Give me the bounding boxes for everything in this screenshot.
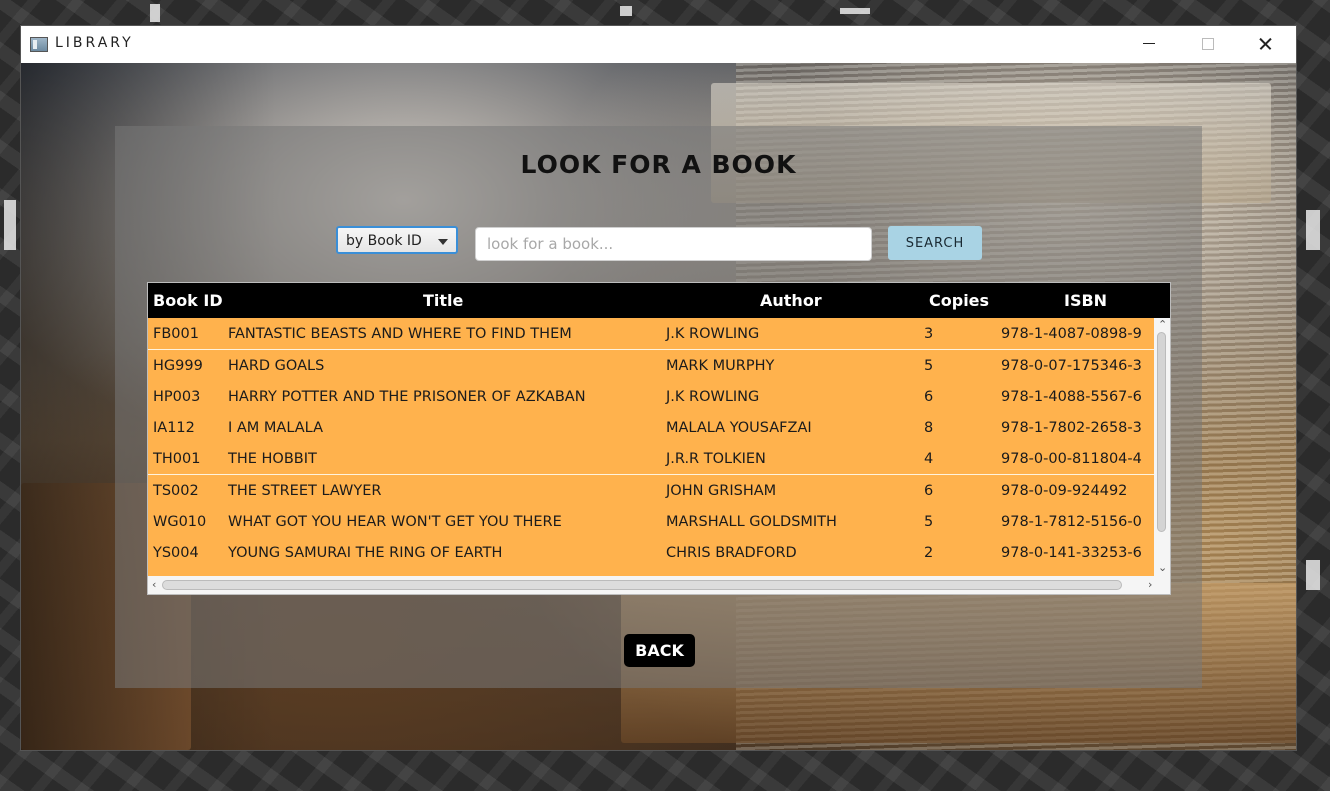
table-row[interactable]: HP003 HARRY POTTER AND THE PRISONER OF A… bbox=[148, 381, 1154, 412]
cell-isbn: 978-0-00-811804-4 bbox=[1001, 451, 1142, 467]
vertical-scrollbar[interactable]: ⌃ ⌄ bbox=[1154, 318, 1170, 576]
search-panel: LOOK FOR A BOOK by Book ID SEARCH Book I… bbox=[115, 126, 1202, 688]
desktop-background-stripe bbox=[150, 4, 160, 22]
cell-isbn: 978-1-7812-5156-0 bbox=[1001, 514, 1142, 530]
cell-copies: 2 bbox=[924, 545, 934, 561]
cell-author: CHRIS BRADFORD bbox=[666, 545, 797, 561]
cell-book-id: WG010 bbox=[153, 514, 207, 530]
app-window: LIBRARY LOOK FOR A BOOK by Book ID SEARC… bbox=[21, 26, 1296, 750]
table-row[interactable]: TS002 THE STREET LAWYER JOHN GRISHAM 6 9… bbox=[148, 474, 1154, 506]
cell-title: WHAT GOT YOU HEAR WON'T GET YOU THERE bbox=[228, 514, 562, 530]
cell-author: J.R.R TOLKIEN bbox=[666, 451, 766, 467]
close-icon[interactable] bbox=[1236, 26, 1294, 63]
main-content: LOOK FOR A BOOK by Book ID SEARCH Book I… bbox=[21, 63, 1296, 750]
horizontal-scroll-thumb[interactable] bbox=[162, 580, 1122, 590]
cell-author: JOHN GRISHAM bbox=[666, 483, 777, 499]
cell-book-id: HG999 bbox=[153, 358, 203, 374]
cell-title: I AM MALALA bbox=[228, 420, 324, 436]
table-row[interactable]: FB001 FANTASTIC BEASTS AND WHERE TO FIND… bbox=[148, 318, 1154, 349]
cell-author: MALALA YOUSAFZAI bbox=[666, 420, 812, 436]
page-title: LOOK FOR A BOOK bbox=[520, 150, 797, 179]
column-header-isbn[interactable]: ISBN bbox=[1064, 291, 1107, 310]
cell-copies: 6 bbox=[924, 389, 934, 405]
cell-isbn: 978-0-09-924492 bbox=[1001, 483, 1128, 499]
cell-title: THE STREET LAWYER bbox=[228, 483, 382, 499]
minimize-icon[interactable] bbox=[1120, 26, 1178, 63]
cell-book-id: IA112 bbox=[153, 420, 195, 436]
search-filter-dropdown[interactable]: by Book ID bbox=[336, 226, 458, 254]
table-row[interactable]: WG010 WHAT GOT YOU HEAR WON'T GET YOU TH… bbox=[148, 506, 1154, 537]
maximize-icon[interactable] bbox=[1178, 26, 1236, 63]
cell-book-id: FB001 bbox=[153, 326, 199, 342]
column-header-copies[interactable]: Copies bbox=[929, 291, 989, 310]
search-button[interactable]: SEARCH bbox=[888, 226, 982, 260]
title-bar[interactable]: LIBRARY bbox=[21, 26, 1296, 63]
cell-isbn: 978-0-07-175346-3 bbox=[1001, 358, 1142, 374]
app-window-icon bbox=[30, 37, 48, 52]
cell-title: YOUNG SAMURAI THE RING OF EARTH bbox=[228, 545, 503, 561]
cell-title: HARRY POTTER AND THE PRISONER OF AZKABAN bbox=[228, 389, 586, 405]
cell-book-id: TS002 bbox=[153, 483, 199, 499]
desktop-background-stripe bbox=[620, 6, 632, 16]
cell-copies: 6 bbox=[924, 483, 934, 499]
vertical-scroll-thumb[interactable] bbox=[1157, 332, 1166, 532]
cell-title: FANTASTIC BEASTS AND WHERE TO FIND THEM bbox=[228, 326, 572, 342]
chevron-down-icon[interactable]: ⌄ bbox=[1158, 562, 1167, 573]
search-input[interactable] bbox=[475, 227, 872, 261]
cell-book-id: HP003 bbox=[153, 389, 201, 405]
cell-copies: 5 bbox=[924, 514, 934, 530]
column-header-title[interactable]: Title bbox=[423, 291, 463, 310]
cell-copies: 8 bbox=[924, 420, 934, 436]
chevron-up-icon[interactable]: ⌃ bbox=[1158, 319, 1167, 330]
cell-copies: 3 bbox=[924, 326, 934, 342]
cell-isbn: 978-1-4088-5567-6 bbox=[1001, 389, 1142, 405]
table-body: FB001 FANTASTIC BEASTS AND WHERE TO FIND… bbox=[148, 318, 1154, 576]
table-header: Book ID Title Author Copies ISBN bbox=[148, 283, 1170, 318]
horizontal-scrollbar[interactable]: ‹ › bbox=[148, 576, 1170, 594]
chevron-right-icon[interactable]: › bbox=[1148, 579, 1152, 590]
cell-title: HARD GOALS bbox=[228, 358, 325, 374]
table-row[interactable]: HG999 HARD GOALS MARK MURPHY 5 978-0-07-… bbox=[148, 349, 1154, 381]
books-table: Book ID Title Author Copies ISBN FB001 F… bbox=[147, 282, 1171, 595]
cell-author: MARK MURPHY bbox=[666, 358, 775, 374]
desktop-background-stripe bbox=[1306, 210, 1320, 250]
table-row[interactable]: TH001 THE HOBBIT J.R.R TOLKIEN 4 978-0-0… bbox=[148, 443, 1154, 474]
cell-isbn: 978-0-141-33253-6 bbox=[1001, 545, 1142, 561]
window-title: LIBRARY bbox=[55, 35, 134, 51]
cell-isbn: 978-1-4087-0898-9 bbox=[1001, 326, 1142, 342]
column-header-book-id[interactable]: Book ID bbox=[153, 291, 223, 310]
desktop-background-stripe bbox=[1306, 560, 1320, 590]
cell-copies: 5 bbox=[924, 358, 934, 374]
search-filter-value: by Book ID bbox=[346, 233, 422, 249]
table-row[interactable]: YS004 YOUNG SAMURAI THE RING OF EARTH CH… bbox=[148, 537, 1154, 568]
desktop-background-stripe bbox=[840, 8, 870, 14]
back-button[interactable]: BACK bbox=[624, 634, 695, 667]
chevron-down-icon bbox=[438, 239, 448, 245]
cell-book-id: TH001 bbox=[153, 451, 201, 467]
cell-copies: 4 bbox=[924, 451, 934, 467]
cell-author: MARSHALL GOLDSMITH bbox=[666, 514, 837, 530]
desktop-background-stripe bbox=[4, 200, 16, 250]
cell-isbn: 978-1-7802-2658-3 bbox=[1001, 420, 1142, 436]
table-row[interactable]: IA112 I AM MALALA MALALA YOUSAFZAI 8 978… bbox=[148, 412, 1154, 443]
chevron-left-icon[interactable]: ‹ bbox=[152, 579, 156, 590]
column-header-author[interactable]: Author bbox=[760, 291, 822, 310]
cell-author: J.K ROWLING bbox=[666, 326, 760, 342]
cell-book-id: YS004 bbox=[153, 545, 199, 561]
cell-title: THE HOBBIT bbox=[228, 451, 317, 467]
cell-author: J.K ROWLING bbox=[666, 389, 760, 405]
